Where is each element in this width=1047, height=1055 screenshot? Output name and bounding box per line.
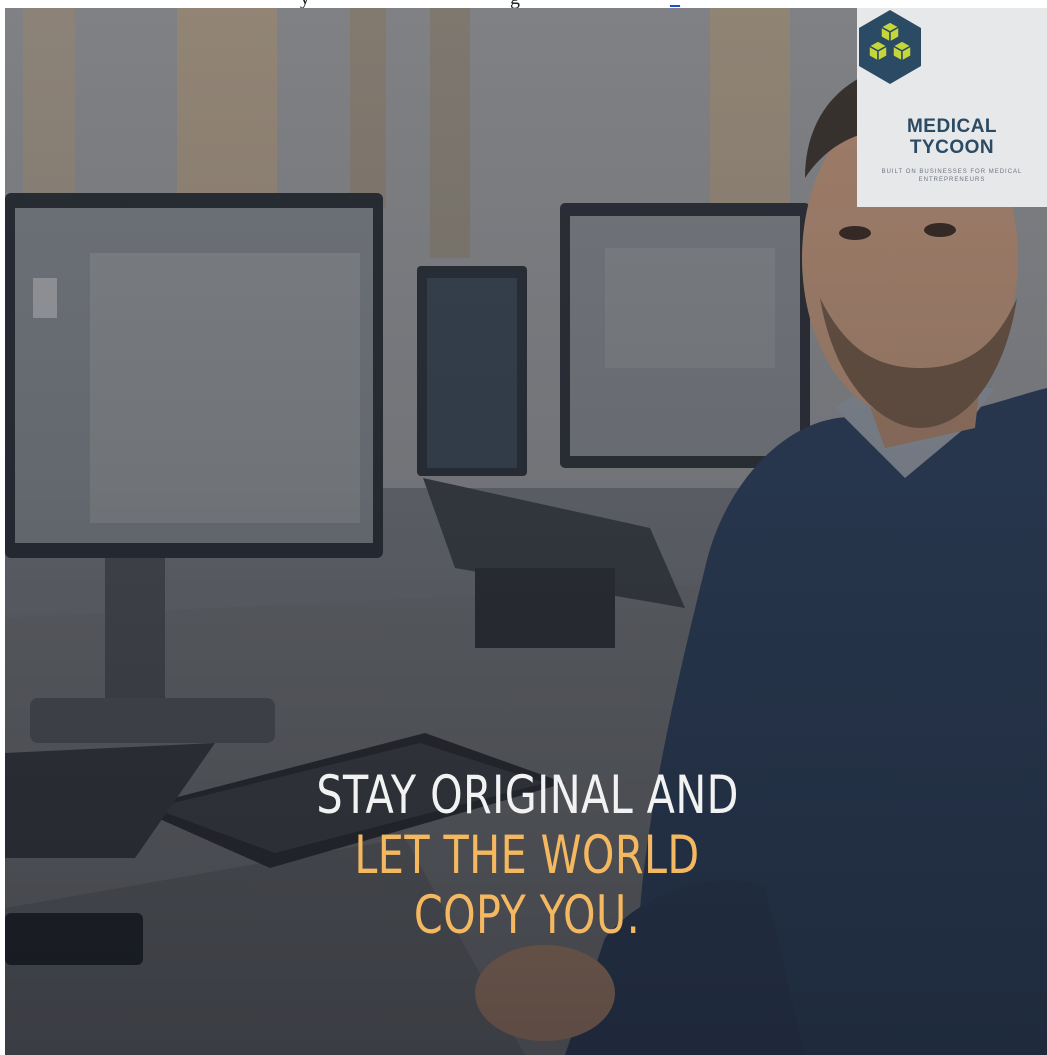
logo-card: MEDICAL TYCOON BUILT ON BUSINESSES FOR M… [857, 8, 1047, 207]
header-link[interactable]: _ [670, 0, 680, 8]
quote-line-1: STAY ORIGINAL AND [316, 765, 739, 826]
header-text: y g _ [300, 0, 680, 8]
logo-title-line1: MEDICAL [906, 116, 998, 137]
header-strip: y g _ [0, 0, 1047, 8]
hexagon-cubes-icon [859, 10, 921, 84]
quote-line-3: COPY YOU. [413, 885, 641, 946]
logo-title-line2: TYCOON [909, 137, 995, 158]
quote-line-2: LET THE WORLD [354, 825, 700, 886]
office-photo: MEDICAL TYCOON BUILT ON BUSINESSES FOR M… [5, 8, 1047, 1055]
quote-text: STAY ORIGINAL AND LET THE WORLD COPY YOU… [316, 765, 739, 946]
header-text-middle: g [510, 0, 520, 8]
header-text-prefix: y [300, 0, 310, 8]
logo-tagline: BUILT ON BUSINESSES FOR MEDICAL ENTREPRE… [881, 169, 1023, 183]
